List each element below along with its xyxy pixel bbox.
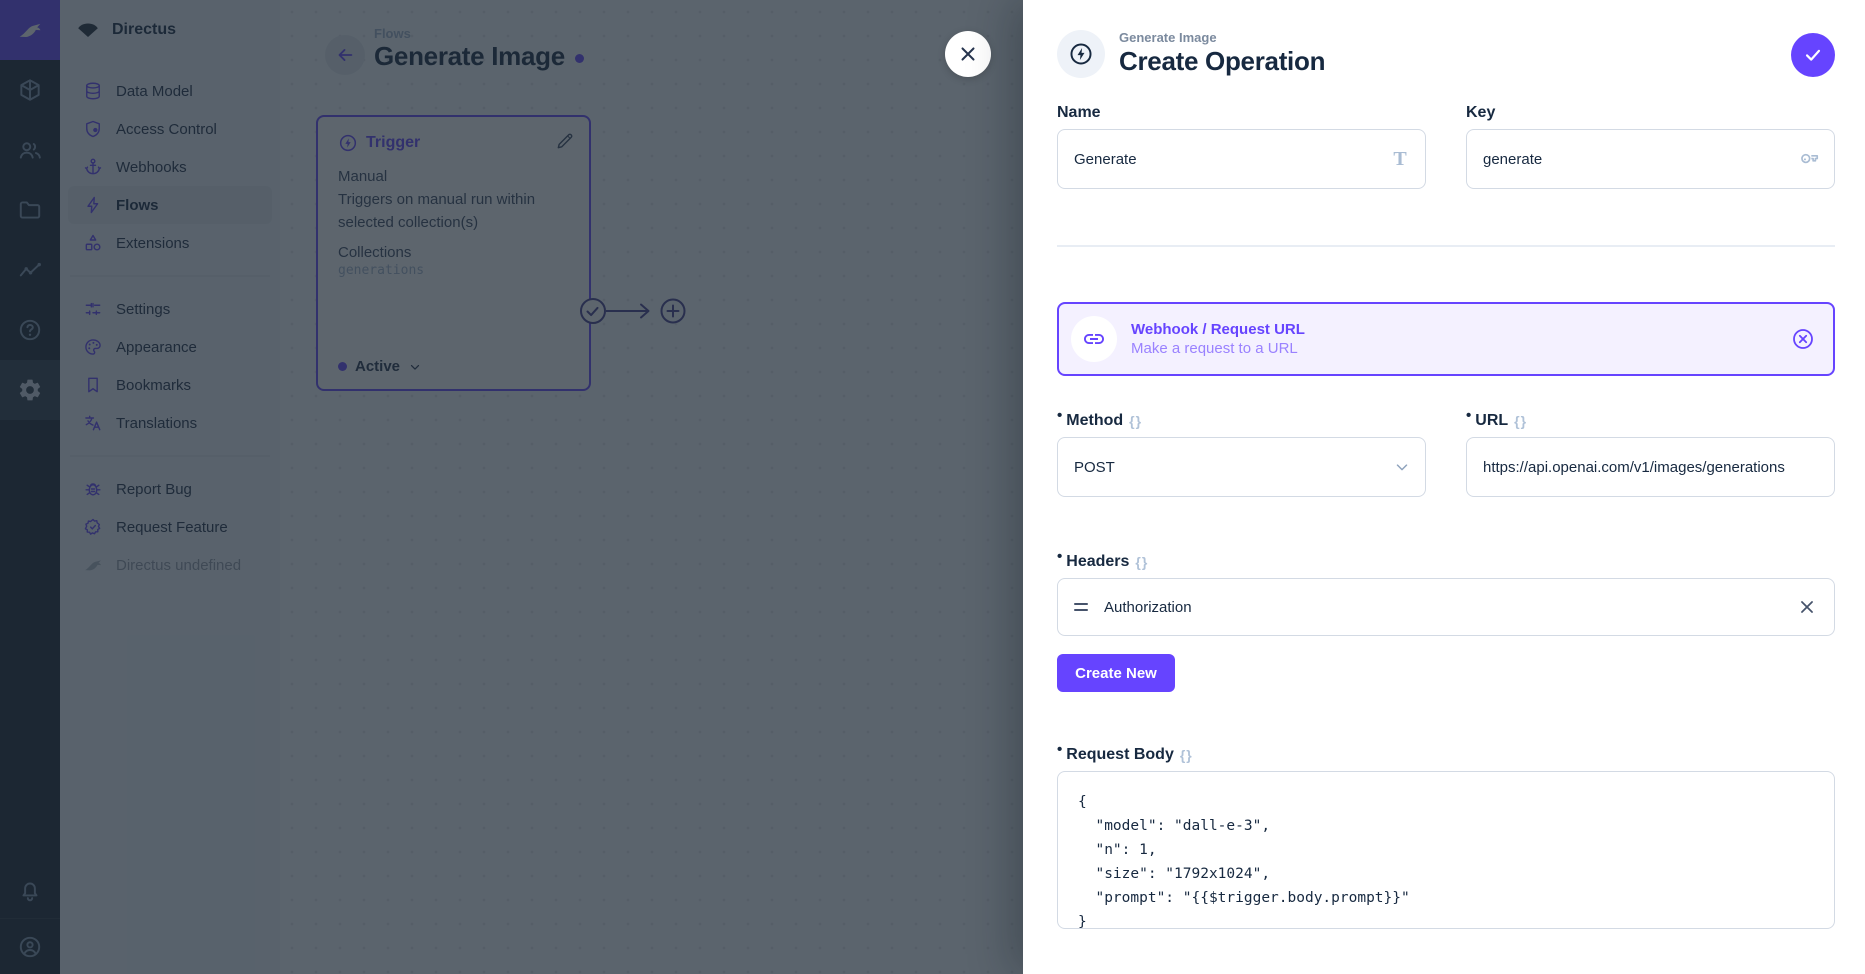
check-icon xyxy=(1802,44,1824,66)
deselect-operation-icon[interactable] xyxy=(1791,327,1815,351)
url-input-wrap xyxy=(1466,437,1835,497)
create-new-button[interactable]: Create New xyxy=(1057,654,1175,692)
operation-type-card[interactable]: Webhook / Request URL Make a request to … xyxy=(1057,302,1835,376)
request-body-editor[interactable]: { "model": "dall-e-3", "n": 1, "size": "… xyxy=(1057,771,1835,929)
header-row[interactable]: Authorization xyxy=(1058,579,1834,635)
drawer-titles: Generate Image Create Operation xyxy=(1119,30,1325,77)
required-dot: • xyxy=(1466,411,1471,421)
key-label: Key xyxy=(1466,104,1835,122)
drag-handle-icon[interactable] xyxy=(1074,598,1092,616)
save-button[interactable] xyxy=(1791,33,1835,77)
url-label: •URL{} xyxy=(1466,412,1835,430)
name-input[interactable] xyxy=(1074,151,1379,168)
drawer-breadcrumb: Generate Image xyxy=(1119,30,1325,45)
headers-label: •Headers{} xyxy=(1057,553,1835,571)
header-name[interactable]: Authorization xyxy=(1104,599,1784,616)
key-icon xyxy=(1798,148,1820,170)
url-field-group: •URL{} xyxy=(1466,412,1835,497)
method-field-group: •Method{} POST xyxy=(1057,412,1426,497)
required-dot: • xyxy=(1057,411,1062,421)
request-body-code[interactable]: { "model": "dall-e-3", "n": 1, "size": "… xyxy=(1078,790,1814,929)
operation-type-subtitle: Make a request to a URL xyxy=(1131,340,1777,357)
drawer-close-button[interactable] xyxy=(945,31,991,77)
remove-header-icon[interactable] xyxy=(1796,596,1818,618)
operation-type-texts: Webhook / Request URL Make a request to … xyxy=(1131,321,1777,357)
method-label: •Method{} xyxy=(1057,412,1426,430)
required-dot: • xyxy=(1057,552,1062,562)
headers-list: Authorization xyxy=(1057,578,1835,636)
drawer-header: Generate Image Create Operation xyxy=(1023,0,1865,96)
close-icon xyxy=(957,43,979,65)
name-input-wrap: T xyxy=(1057,129,1426,189)
key-field-group: Key xyxy=(1466,104,1835,189)
section-divider xyxy=(1057,245,1835,247)
bolt-circle-icon xyxy=(1068,41,1094,67)
modal-overlay[interactable] xyxy=(0,0,1023,974)
raw-value-icon[interactable]: {} xyxy=(1129,413,1142,429)
app: Directus Data Model Access Control Webho… xyxy=(0,0,1865,974)
drawer-content: Name T Key xyxy=(1023,96,1865,929)
name-field-group: Name T xyxy=(1057,104,1426,189)
method-value: POST xyxy=(1074,459,1115,476)
title-icon: T xyxy=(1389,148,1411,170)
raw-value-icon[interactable]: {} xyxy=(1514,413,1527,429)
create-operation-drawer: Generate Image Create Operation Name T K… xyxy=(1023,0,1865,974)
required-dot: • xyxy=(1057,745,1062,755)
operation-icon-button[interactable] xyxy=(1057,30,1105,78)
chevron-down-icon xyxy=(1393,458,1411,476)
drawer-title: Create Operation xyxy=(1119,46,1325,77)
link-icon xyxy=(1071,316,1117,362)
raw-value-icon[interactable]: {} xyxy=(1135,554,1148,570)
method-select[interactable]: POST xyxy=(1057,437,1426,497)
name-label: Name xyxy=(1057,104,1426,122)
request-body-label: •Request Body{} xyxy=(1057,746,1835,764)
operation-type-title: Webhook / Request URL xyxy=(1131,321,1777,338)
url-input[interactable] xyxy=(1483,459,1818,476)
key-input[interactable] xyxy=(1483,151,1788,168)
raw-value-icon[interactable]: {} xyxy=(1180,747,1193,763)
key-input-wrap xyxy=(1466,129,1835,189)
